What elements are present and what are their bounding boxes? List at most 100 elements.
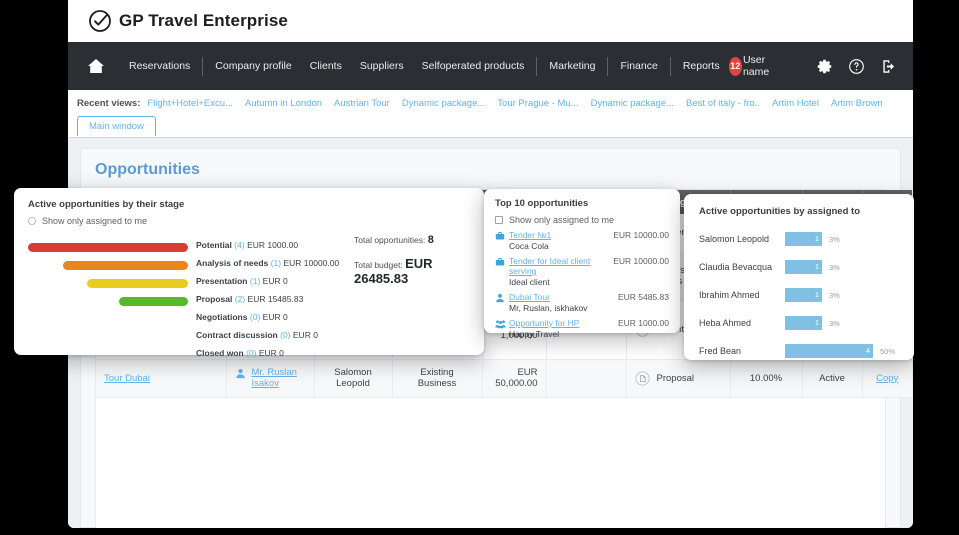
help-icon[interactable] [848, 58, 865, 75]
stage-count: (2) [234, 294, 246, 304]
assignee-bar-value: 1 [814, 234, 819, 243]
funnel-bar-row [28, 328, 188, 346]
recent-views-label: Recent views: [77, 97, 141, 109]
notification-badge[interactable]: 12 [728, 56, 742, 76]
opportunity-link[interactable]: Tour Dubai [104, 373, 150, 384]
bar-row: Ibrahim Ahmed 1 3% [699, 281, 899, 309]
stage-count: (0) [280, 330, 291, 340]
assignee-name: Salomon Leopold [699, 234, 770, 244]
logo-bar: GP Travel Enterprise [68, 0, 913, 42]
gear-icon[interactable] [816, 58, 833, 75]
card-title: Active opportunities by their stage [28, 199, 185, 210]
assignee-bar-value: 1 [814, 290, 819, 299]
recent-view-link-5[interactable]: Dynamic package... [591, 98, 674, 109]
logout-icon[interactable] [880, 58, 897, 75]
card-title: Active opportunities by assigned to [699, 206, 860, 217]
filter-show-only-assigned-to-me[interactable]: Show only assigned to me [495, 215, 669, 225]
list-item[interactable]: Tender for Ideal client serving Ideal cl… [495, 256, 669, 287]
list-item-body: Tender №1 Coca Cola [505, 230, 613, 251]
opportunity-amount: EUR 1000.00 [617, 318, 669, 328]
stage-count-value: 2 [237, 294, 243, 304]
recent-view-link-3[interactable]: Dynamic package... [402, 98, 485, 109]
user-name-label[interactable]: User name [743, 54, 779, 78]
recent-view-link-2[interactable]: Austrian Tour [334, 98, 390, 109]
person-icon [235, 368, 247, 379]
recent-view-link-6[interactable]: Best of italy - fro.. [686, 98, 760, 109]
card-active-opportunities-by-assigned-to: Active opportunities by assigned to Salo… [684, 194, 914, 360]
stage-name: Closed won [196, 348, 244, 358]
nav-item-clients[interactable]: Clients [301, 60, 351, 72]
stage-amount: EUR 0 [262, 312, 288, 322]
stage-amount: EUR 0 [262, 276, 288, 286]
nav-item-company-profile[interactable]: Company profile [206, 60, 300, 72]
total-opportunities-row: Total opportunities: 8 [354, 234, 484, 246]
home-icon[interactable] [86, 57, 106, 75]
assignee-name: Ibrahim Ahmed [699, 290, 760, 300]
assignee-bar: 1 [785, 232, 822, 246]
opportunity-link[interactable]: Tender №1 [509, 230, 613, 240]
list-item[interactable]: Opportunity for HP Happy Travel EUR 1000… [495, 318, 669, 339]
opportunity-link[interactable]: Opportunity for HP [509, 318, 618, 328]
card-top-10-opportunities: Top 10 opportunities Show only assigned … [484, 189, 680, 339]
filter-show-only-assigned-to-me[interactable]: Show only assigned to me [28, 216, 470, 226]
assignee-bar: 1 [785, 288, 822, 302]
nav-divider [202, 56, 204, 76]
assignee-bar: 1 [785, 316, 822, 330]
stage-amount: EUR 15485.83 [247, 294, 304, 304]
assignee-percent: 3% [829, 234, 840, 244]
nav-item-marketing[interactable]: Marketing [540, 60, 604, 72]
copy-link[interactable]: Copy [876, 373, 898, 384]
funnel-bar-analysis-of-needs [63, 260, 188, 270]
stage-count: (1) [249, 276, 261, 286]
stage-label: Proposal [656, 372, 695, 384]
recent-view-link-4[interactable]: Tour Prague - Mu... [497, 98, 578, 109]
list-item-body: Dubai Tour Mr, Ruslan, iskhakov [505, 292, 618, 313]
recent-view-link-7[interactable]: Artim Hotel [772, 98, 819, 109]
radio-unchecked-icon[interactable] [28, 217, 36, 225]
filter-label: Show only assigned to me [42, 216, 148, 226]
stage-count: (0) [246, 348, 257, 358]
stage-count: (0) [249, 312, 261, 322]
stage-count-value: 0 [282, 330, 288, 340]
checkbox-unchecked-icon[interactable] [495, 216, 503, 224]
opportunity-amount: EUR 10000.00 [613, 230, 669, 240]
funnel-bar-row [28, 274, 188, 292]
cell-type: Existing Business [392, 359, 483, 398]
nav-item-finance[interactable]: Finance [611, 60, 666, 72]
stage-amount: EUR 0 [292, 330, 318, 340]
assignee-name: Claudia Bevacqua [699, 262, 773, 272]
stage-name: Presentation [196, 276, 248, 286]
assignee-bar-value: 1 [814, 262, 819, 271]
briefcase-icon [495, 257, 505, 267]
nav-divider [536, 56, 538, 76]
screenshot-root: GP Travel Enterprise Reservations Compan… [0, 0, 959, 535]
list-item[interactable]: Tender №1 Coca Cola EUR 10000.00 [495, 230, 669, 251]
stage-count: (4) [234, 240, 245, 250]
nav-item-selfoperated-products[interactable]: Selfoperated products [413, 60, 534, 72]
account-link[interactable]: Mr. Ruslan Isakov [252, 367, 306, 389]
card-active-opportunities-by-stage: Active opportunities by their stage Show… [14, 188, 484, 358]
stage-amount: EUR 10000.00 [283, 258, 340, 268]
nav-item-reservations[interactable]: Reservations [120, 60, 199, 72]
stage-count-value: 0 [248, 348, 254, 358]
list-item[interactable]: Dubai Tour Mr, Ruslan, iskhakov EUR 5485… [495, 292, 669, 313]
assignee-name: Fred Bean [699, 346, 742, 356]
nav-right-cluster: 12 User name [728, 54, 897, 78]
opportunity-link[interactable]: Dubai Tour [509, 292, 618, 302]
recent-view-link-1[interactable]: Autumn in London [245, 98, 322, 109]
funnel-label-contract-discussion: Contract discussion (0) EUR 0 [196, 326, 470, 344]
brand-name: GP Travel Enterprise [119, 11, 288, 30]
nav-item-suppliers[interactable]: Suppliers [351, 60, 413, 72]
card-title: Top 10 opportunities [495, 198, 589, 209]
opportunity-link[interactable]: Tender for Ideal client serving [509, 256, 613, 276]
assigned-to-bar-chart: Salomon Leopold 1 3% Claudia Bevacqua 1 … [699, 225, 899, 365]
recent-view-link-0[interactable]: Flight+Hotel+Excu... [147, 98, 233, 109]
assignee-percent: 50% [880, 346, 896, 356]
assignee-bar: 1 [785, 260, 822, 274]
recent-view-link-8[interactable]: Artim Brown [831, 98, 883, 109]
nav-item-reports[interactable]: Reports [674, 60, 729, 72]
tab-main-window[interactable]: Main window [77, 116, 156, 136]
funnel-bar-row [28, 346, 188, 364]
stage-count-value: 0 [252, 312, 258, 322]
funnel-label-closed-won: Closed won (0) EUR 0 [196, 344, 470, 362]
